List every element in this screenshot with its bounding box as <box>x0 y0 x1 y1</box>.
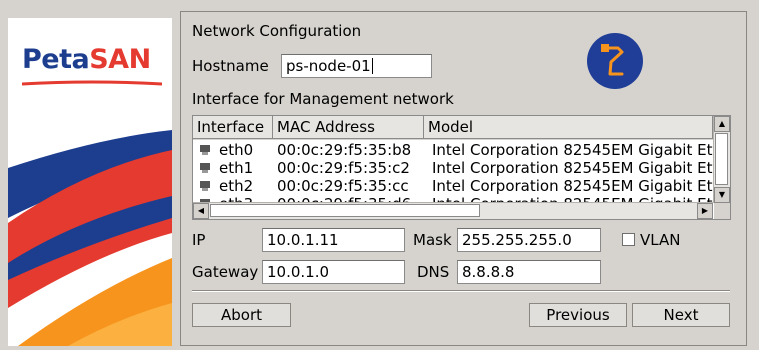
interface-heading: Interface for Management network <box>192 90 454 108</box>
page-title: Network Configuration <box>192 22 362 40</box>
next-button[interactable]: Next <box>632 303 730 327</box>
network-card-icon <box>200 145 210 155</box>
column-header-mac[interactable]: MAC Address <box>273 116 424 139</box>
scroll-left-arrow-icon[interactable]: ◀ <box>193 203 209 219</box>
gateway-input[interactable]: 10.0.1.0 <box>262 260 405 284</box>
dns-input[interactable]: 8.8.8.8 <box>457 260 601 284</box>
vertical-scroll-thumb[interactable] <box>715 133 728 185</box>
table-header: Interface MAC Address Model <box>193 116 713 140</box>
ip-input[interactable]: 10.0.1.11 <box>262 228 405 252</box>
scroll-up-arrow-icon[interactable]: ▲ <box>714 116 730 132</box>
vlan-label: VLAN <box>640 231 681 249</box>
interface-table: Interface MAC Address Model eth0 00:0c:2… <box>192 115 731 220</box>
table-row[interactable]: eth1 00:0c:29:f5:35:c2 Intel Corporation… <box>193 159 713 177</box>
hostname-input[interactable]: ps-node-01 <box>281 54 432 78</box>
network-globe-icon <box>587 33 643 89</box>
column-header-interface[interactable]: Interface <box>193 116 273 139</box>
banner-artwork <box>8 130 172 346</box>
scroll-right-arrow-icon[interactable]: ▶ <box>697 203 713 219</box>
table-row[interactable]: eth0 00:0c:29:f5:35:b8 Intel Corporation… <box>193 141 713 159</box>
previous-button[interactable]: Previous <box>529 303 627 327</box>
table-row[interactable]: eth2 00:0c:29:f5:35:cc Intel Corporation… <box>193 177 713 195</box>
abort-button[interactable]: Abort <box>192 303 291 327</box>
mask-input[interactable]: 255.255.255.0 <box>457 228 601 252</box>
divider <box>192 290 730 292</box>
dns-label: DNS <box>417 263 450 281</box>
vertical-scrollbar[interactable]: ▲ ▼ <box>713 116 730 203</box>
scrollbar-corner <box>714 203 730 219</box>
gateway-label: Gateway <box>192 263 259 281</box>
column-header-model[interactable]: Model <box>424 116 713 139</box>
sidebar: PetaSAN <box>0 0 178 350</box>
network-card-icon <box>200 181 210 191</box>
scroll-down-arrow-icon[interactable]: ▼ <box>714 187 730 203</box>
horizontal-scrollbar[interactable]: ◀ ▶ <box>193 202 713 219</box>
network-card-icon <box>200 163 210 173</box>
mask-label: Mask <box>413 231 452 249</box>
petasan-banner: PetaSAN <box>8 18 172 346</box>
vlan-checkbox[interactable] <box>622 233 635 246</box>
ip-label: IP <box>192 231 206 249</box>
text-caret <box>371 58 373 74</box>
horizontal-scroll-thumb[interactable] <box>210 204 480 217</box>
network-config-panel: Network Configuration Hostname ps-node-0… <box>180 11 747 346</box>
hostname-label: Hostname <box>192 57 269 75</box>
